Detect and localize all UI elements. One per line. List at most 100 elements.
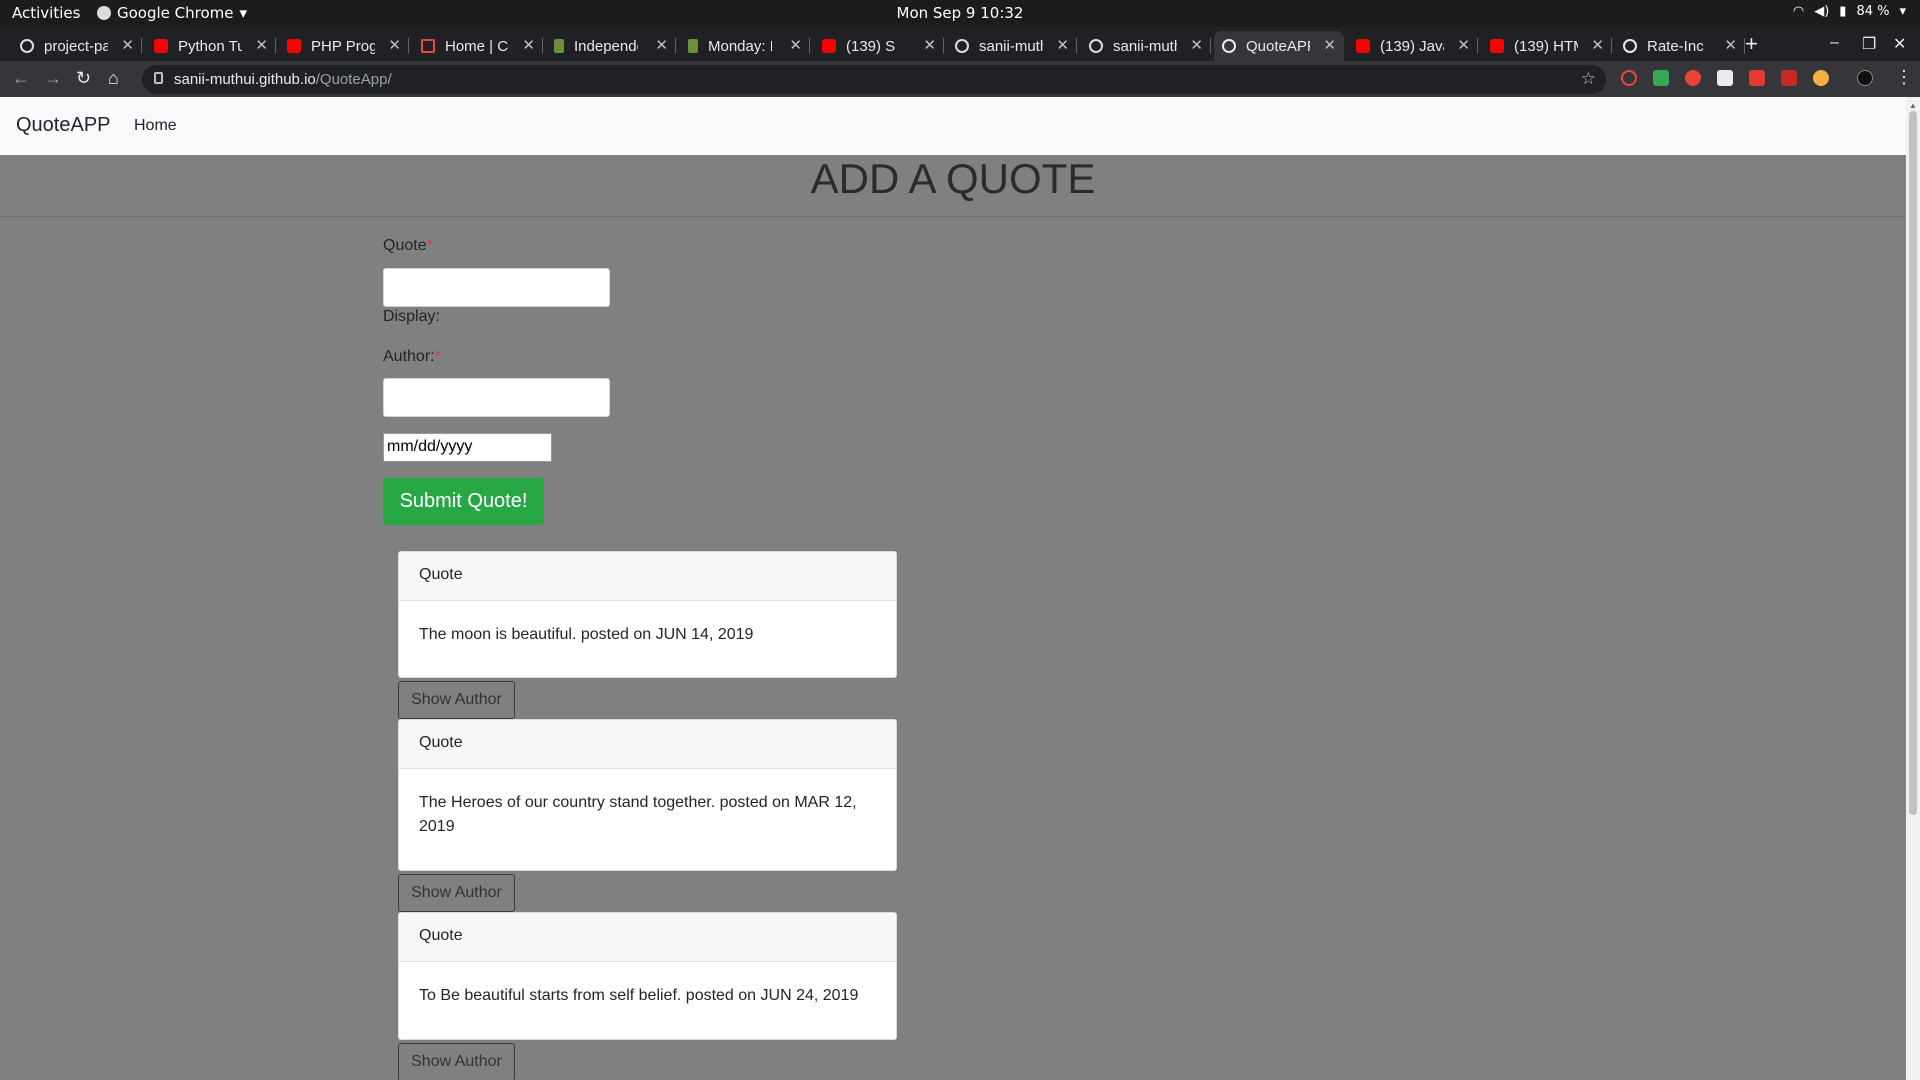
- tab-title: PHP Progr: [311, 37, 375, 55]
- browser-tab[interactable]: (139) Java ✕: [1348, 31, 1478, 61]
- browser-tab[interactable]: Rate-Inc ✕: [1615, 31, 1745, 61]
- required-mark: *: [434, 348, 441, 365]
- quote-text: The Heroes of our country stand together…: [419, 794, 857, 835]
- youtube-icon: [287, 39, 301, 53]
- youtube-icon: [822, 39, 836, 53]
- browser-tab[interactable]: project-pa ✕: [12, 31, 142, 61]
- back-icon[interactable]: ←: [12, 68, 30, 89]
- display-label: Display:: [383, 308, 440, 325]
- tab-strip: project-pa✕Python Tu✕PHP Progr✕Home | Co…: [0, 27, 1920, 61]
- required-mark: *: [426, 237, 433, 254]
- bookmark-star-icon[interactable]: ☆: [1581, 69, 1596, 89]
- tab-title: QuoteAPP: [1246, 37, 1310, 55]
- heading-section: ADD A QUOTE: [0, 155, 1906, 217]
- minimize-icon[interactable]: –: [1830, 34, 1839, 52]
- new-tab-button[interactable]: +: [1745, 31, 1758, 57]
- system-tray[interactable]: ◠ ◀) ▮ 84 % ▾: [1793, 4, 1906, 19]
- show-author-button[interactable]: Show Author: [398, 681, 515, 719]
- close-tab-icon[interactable]: ✕: [1724, 36, 1737, 54]
- chevron-down-icon: ▾: [239, 4, 248, 22]
- close-tab-icon[interactable]: ✕: [255, 36, 268, 54]
- battery-level: 84 %: [1856, 4, 1890, 19]
- quote-card-header: Quote: [399, 913, 896, 962]
- tab-separator: [1611, 38, 1612, 54]
- tab-separator: [408, 38, 409, 54]
- show-author-button[interactable]: Show Author: [398, 1043, 515, 1080]
- url-text: sanii-muthui.github.io/QuoteApp/: [174, 71, 392, 88]
- github-icon: [1089, 39, 1103, 53]
- browser-tab[interactable]: Independe ✕: [546, 31, 676, 61]
- chevron-down-icon: ▾: [1899, 4, 1906, 19]
- close-tab-icon[interactable]: ✕: [1457, 36, 1470, 54]
- browser-tab[interactable]: QuoteAPP ✕: [1214, 31, 1344, 61]
- address-bar[interactable]: sanii-muthui.github.io/QuoteApp/ ☆: [142, 65, 1606, 94]
- close-tab-icon[interactable]: ✕: [388, 36, 401, 54]
- show-author-button[interactable]: Show Author: [398, 874, 515, 912]
- close-tab-icon[interactable]: ✕: [522, 36, 535, 54]
- quote-input[interactable]: [383, 268, 610, 307]
- shield-icon[interactable]: [1653, 70, 1669, 86]
- close-tab-icon[interactable]: ✕: [1056, 36, 1069, 54]
- quote-card-header: Quote: [399, 720, 896, 769]
- scrollbar-thumb[interactable]: [1909, 111, 1917, 815]
- extension-icon[interactable]: [1685, 70, 1701, 86]
- close-tab-icon[interactable]: ✕: [1323, 36, 1336, 54]
- close-tab-icon[interactable]: ✕: [1190, 36, 1203, 54]
- home-icon[interactable]: ⌂: [108, 68, 119, 89]
- extension-icon[interactable]: [1717, 70, 1733, 86]
- browser-tab[interactable]: sanii-muth ✕: [947, 31, 1077, 61]
- browser-tab[interactable]: Monday: F ✕: [680, 31, 810, 61]
- activities-button[interactable]: Activities: [12, 4, 80, 22]
- pdf-icon[interactable]: [1781, 70, 1797, 86]
- page-scrollbar[interactable]: ▲: [1906, 97, 1920, 1080]
- browser-tab[interactable]: (139) S ✕: [814, 31, 944, 61]
- app-menu[interactable]: Google Chrome ▾: [97, 4, 247, 22]
- volume-icon: ◀): [1814, 4, 1830, 19]
- close-tab-icon[interactable]: ✕: [789, 36, 802, 54]
- close-tab-icon[interactable]: ✕: [655, 36, 668, 54]
- tab-separator: [141, 38, 142, 54]
- wifi-icon: ◠: [1792, 4, 1805, 19]
- extension-icon[interactable]: [1621, 70, 1637, 86]
- tab-separator: [675, 38, 676, 54]
- tab-separator: [542, 38, 543, 54]
- browser-tab[interactable]: (139) HTM ✕: [1482, 31, 1612, 61]
- author-input[interactable]: [383, 378, 610, 417]
- extension-icon[interactable]: [1813, 70, 1829, 86]
- close-window-icon[interactable]: ✕: [1893, 34, 1906, 54]
- nav-home-link[interactable]: Home: [134, 117, 177, 135]
- scroll-up-icon[interactable]: ▲: [1909, 101, 1917, 110]
- author-label-text: Author:: [383, 348, 435, 365]
- close-tab-icon[interactable]: ✕: [923, 36, 936, 54]
- github-icon: [20, 39, 34, 53]
- close-tab-icon[interactable]: ✕: [1591, 36, 1604, 54]
- quote-card: Quote The moon is beautiful. posted on J…: [398, 551, 897, 678]
- github-icon: [955, 39, 969, 53]
- tree-icon: [688, 39, 698, 53]
- browser-tab[interactable]: sanii-muth ✕: [1081, 31, 1211, 61]
- tab-separator: [1076, 38, 1077, 54]
- adblock-icon[interactable]: [1749, 70, 1765, 86]
- browser-tab[interactable]: PHP Progr ✕: [279, 31, 409, 61]
- lock-icon: [154, 72, 163, 84]
- quote-card-header: Quote: [399, 552, 896, 601]
- forward-icon[interactable]: →: [44, 68, 62, 89]
- browser-menu-icon[interactable]: ⋮: [1895, 67, 1913, 88]
- profile-avatar[interactable]: [1857, 70, 1873, 86]
- author-label: Author:*: [383, 348, 441, 366]
- brand-link[interactable]: QuoteAPP: [16, 114, 111, 137]
- submit-quote-button[interactable]: Submit Quote!: [383, 478, 544, 525]
- reload-icon[interactable]: ↻: [76, 68, 91, 89]
- clock[interactable]: Mon Sep 9 10:32: [0, 4, 1920, 22]
- tree-icon: [554, 39, 564, 53]
- close-tab-icon[interactable]: ✕: [121, 36, 134, 54]
- codepen-icon: [421, 39, 435, 53]
- quote-label: Quote*: [383, 237, 433, 255]
- restore-icon[interactable]: ❐: [1862, 34, 1876, 54]
- browser-tab[interactable]: Python Tu ✕: [146, 31, 276, 61]
- browser-tab[interactable]: Home | Co ✕: [413, 31, 543, 61]
- app-menu-label: Google Chrome: [117, 4, 234, 22]
- date-input[interactable]: mm/dd/yyyy: [383, 433, 552, 462]
- system-top-bar: Activities Google Chrome ▾ Mon Sep 9 10:…: [0, 0, 1920, 27]
- tab-separator: [809, 38, 810, 54]
